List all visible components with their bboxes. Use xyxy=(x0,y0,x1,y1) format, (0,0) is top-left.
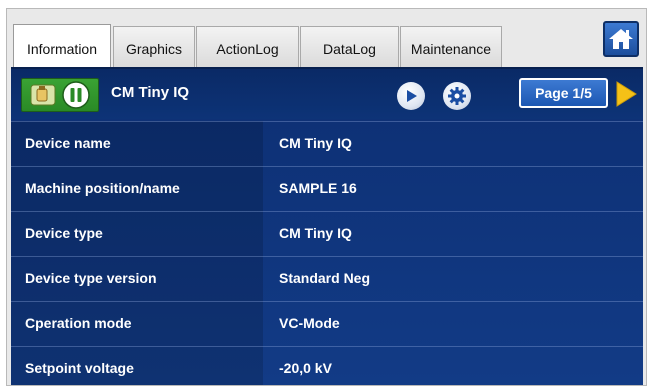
row-value: VC-Mode xyxy=(279,315,340,331)
arrow-right-icon[interactable] xyxy=(615,81,637,107)
row-label: Device type version xyxy=(25,270,157,286)
panel-header: CM Tiny IQ Page 1/5 xyxy=(11,69,643,119)
table-row: Device type CM Tiny IQ xyxy=(11,211,643,256)
settings-button[interactable] xyxy=(443,82,471,110)
page-indicator-button[interactable]: Page 1/5 xyxy=(519,78,608,108)
tab-maintenance[interactable]: Maintenance xyxy=(400,26,502,70)
row-value: CM Tiny IQ xyxy=(279,135,352,151)
row-label: Machine position/name xyxy=(25,180,180,196)
play-button[interactable] xyxy=(397,82,425,110)
tab-information[interactable]: Information xyxy=(13,24,111,72)
device-title: CM Tiny IQ xyxy=(111,84,190,101)
play-icon xyxy=(407,90,417,102)
information-panel: CM Tiny IQ Page 1/5 Device name CM Tiny … xyxy=(11,67,643,385)
device-status xyxy=(21,78,99,112)
info-table: Device name CM Tiny IQ Machine position/… xyxy=(11,121,643,385)
row-value: CM Tiny IQ xyxy=(279,225,352,241)
tab-graphics[interactable]: Graphics xyxy=(113,26,195,70)
tab-datalog[interactable]: DataLog xyxy=(300,26,399,70)
table-row: Setpoint voltage -20,0 kV xyxy=(11,346,643,385)
tab-actionlog[interactable]: ActionLog xyxy=(196,26,299,70)
row-value: -20,0 kV xyxy=(279,360,332,376)
device-icon xyxy=(30,84,56,106)
row-label: Device type xyxy=(25,225,103,241)
device-window: Information Graphics ActionLog DataLog M… xyxy=(6,8,647,386)
home-icon xyxy=(609,29,633,49)
row-value: Standard Neg xyxy=(279,270,371,286)
home-button[interactable] xyxy=(603,21,639,57)
table-row: Device name CM Tiny IQ xyxy=(11,121,643,166)
table-row: Machine position/name SAMPLE 16 xyxy=(11,166,643,211)
gear-icon xyxy=(448,87,466,105)
table-row: Cperation mode VC-Mode xyxy=(11,301,643,346)
pause-icon[interactable] xyxy=(61,80,91,110)
row-label: Device name xyxy=(25,135,111,151)
row-value: SAMPLE 16 xyxy=(279,180,357,196)
table-row: Device type version Standard Neg xyxy=(11,256,643,301)
tab-bar: Information Graphics ActionLog DataLog M… xyxy=(9,17,645,72)
row-label: Cperation mode xyxy=(25,315,132,331)
row-label: Setpoint voltage xyxy=(25,360,134,376)
